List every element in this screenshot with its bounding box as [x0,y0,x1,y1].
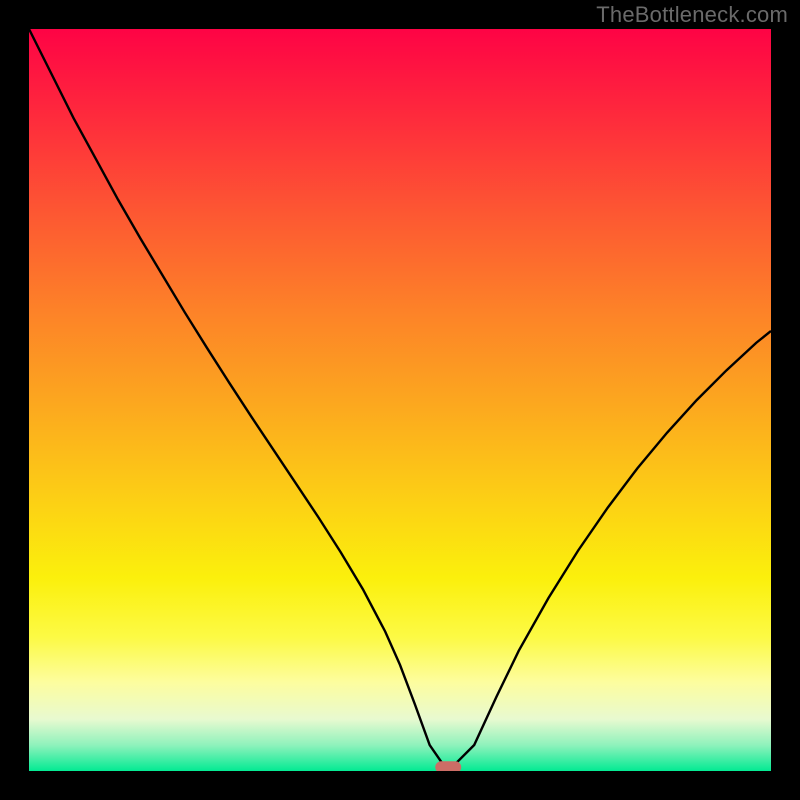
chart-frame: TheBottleneck.com [0,0,800,800]
plot-area [29,29,771,771]
bottleneck-chart [29,29,771,771]
watermark-text: TheBottleneck.com [596,2,788,28]
optimum-marker [435,761,461,771]
gradient-background [29,29,771,771]
